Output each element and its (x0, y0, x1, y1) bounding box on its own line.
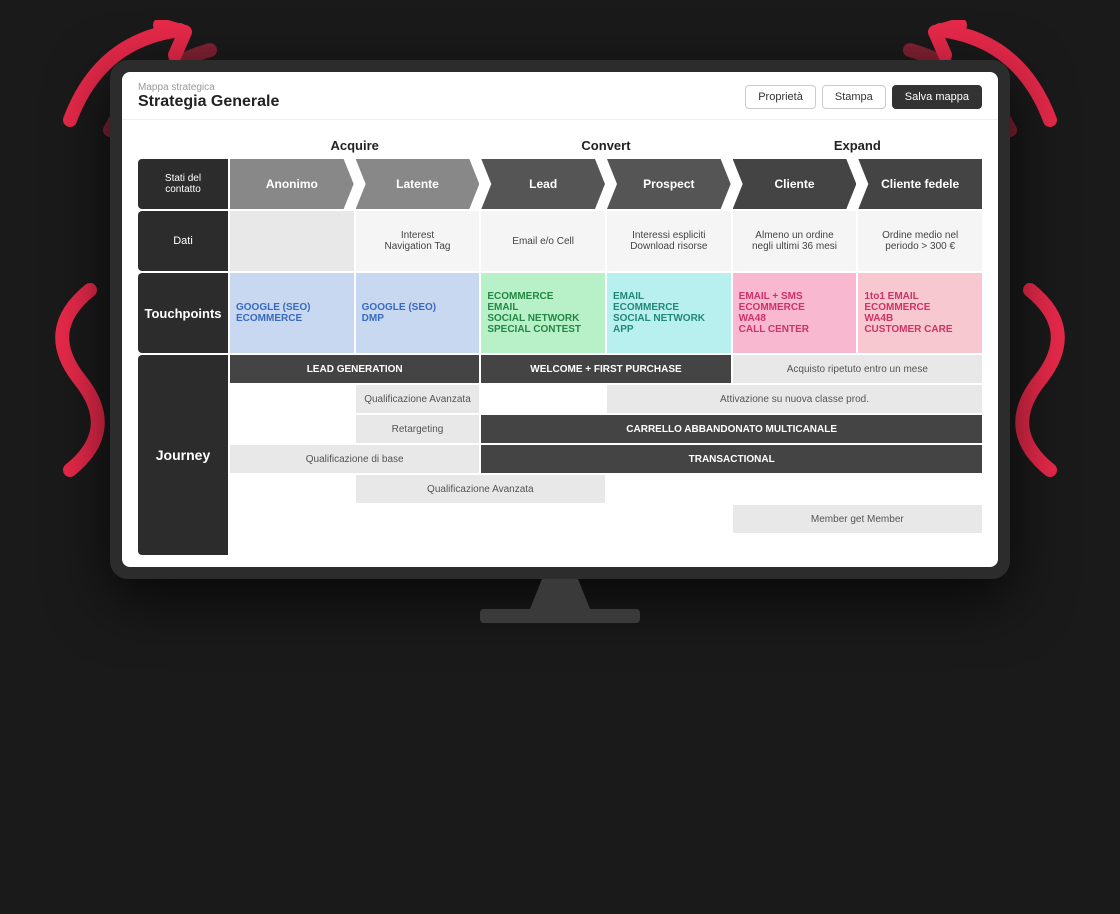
dati-anonimo (230, 211, 354, 271)
journey-empty-4 (230, 475, 354, 503)
tp-cliente: EMAIL + SMS ECOMMERCE WA48 CALL CENTER (733, 273, 857, 353)
journey-row-4: Qualificazione di base TRANSACTIONAL (230, 445, 982, 473)
stages-row: Stati del contatto Anonimo Latente Lead (138, 159, 982, 209)
monitor-stand (110, 579, 1010, 623)
tp-latente: GOOGLE (SEO) DMP (356, 273, 480, 353)
scene: Mappa strategica Strategia Generale Prop… (0, 0, 1120, 914)
stage-prospect: Prospect (607, 159, 731, 209)
journey-transactional: TRANSACTIONAL (481, 445, 982, 473)
journey-empty-5 (607, 475, 982, 503)
journey-empty-3 (230, 415, 354, 443)
dati-latente: Interest Navigation Tag (356, 211, 480, 271)
journey-acquisto: Acquisto ripetuto entro un mese (733, 355, 982, 383)
stage-latente: Latente (356, 159, 480, 209)
phase-expand: Expand (733, 132, 982, 157)
journey-grid: LEAD GENERATION WELCOME + FIRST PURCHASE… (230, 355, 982, 555)
journey-carrello: CARRELLO ABBANDONATO MULTICANALE (481, 415, 982, 443)
journey-empty-6 (230, 505, 731, 533)
dati-row: Dati Interest Navigation Tag Email e/o C… (138, 211, 982, 271)
monitor: Mappa strategica Strategia Generale Prop… (110, 60, 1010, 623)
header-right: Proprietà Stampa Salva mappa (745, 85, 982, 109)
dati-lead: Email e/o Cell (481, 211, 605, 271)
header-left: Mappa strategica Strategia Generale (138, 82, 279, 111)
stand-neck (530, 579, 590, 609)
journey-section: Journey LEAD GENERATION WELCOME + FIRST … (138, 355, 982, 555)
print-button[interactable]: Stampa (822, 85, 886, 109)
decorative-arrow-mr (1010, 280, 1090, 480)
stati-label: Stati del contatto (138, 159, 228, 209)
tp-fedele: 1to1 EMAIL ECOMMERCE WA4B CUSTOMER CARE (858, 273, 982, 353)
tp-lead: ECOMMERCE EMAIL SOCIAL NETWORK SPECIAL C… (481, 273, 605, 353)
journey-lead-gen: LEAD GENERATION (230, 355, 479, 383)
phase-empty (138, 132, 228, 157)
app-content: Acquire Convert Expand Stati del contatt… (122, 120, 998, 567)
touchpoints-label: Touchpoints (138, 273, 228, 353)
save-button[interactable]: Salva mappa (892, 85, 982, 109)
monitor-screen: Mappa strategica Strategia Generale Prop… (122, 72, 998, 567)
stage-cliente: Cliente (733, 159, 857, 209)
dati-fedele: Ordine medio nel periodo > 300 € (858, 211, 982, 271)
phase-acquire: Acquire (230, 132, 479, 157)
journey-row-5: Qualificazione Avanzata (230, 475, 982, 503)
phases-row: Acquire Convert Expand (138, 132, 982, 157)
journey-row-2: Qualificazione Avanzata Attivazione su n… (230, 385, 982, 413)
journey-empty-2 (481, 385, 605, 413)
dati-cliente: Almeno un ordine negli ultimi 36 mesi (733, 211, 857, 271)
journey-qualif-av-1: Qualificazione Avanzata (356, 385, 480, 413)
properties-button[interactable]: Proprietà (745, 85, 816, 109)
journey-retargeting: Retargeting (356, 415, 480, 443)
app-header: Mappa strategica Strategia Generale Prop… (122, 72, 998, 120)
journey-welcome: WELCOME + FIRST PURCHASE (481, 355, 730, 383)
journey-member: Member get Member (733, 505, 982, 533)
dati-label: Dati (138, 211, 228, 271)
monitor-border: Mappa strategica Strategia Generale Prop… (110, 60, 1010, 579)
touchpoints-row: Touchpoints GOOGLE (SEO) ECOMMERCE GOOGL… (138, 273, 982, 353)
journey-qualif-base: Qualificazione di base (230, 445, 479, 473)
tp-prospect: EMAIL ECOMMERCE SOCIAL NETWORK APP (607, 273, 731, 353)
journey-qualif-av-2: Qualificazione Avanzata (356, 475, 605, 503)
journey-label: Journey (138, 355, 228, 555)
stage-anonimo: Anonimo (230, 159, 354, 209)
decorative-arrow-ml (30, 280, 110, 480)
stage-fedele: Cliente fedele (858, 159, 982, 209)
journey-row-1: LEAD GENERATION WELCOME + FIRST PURCHASE… (230, 355, 982, 383)
dati-prospect: Interessi espliciti Download risorse (607, 211, 731, 271)
journey-empty-1 (230, 385, 354, 413)
journey-row-6: Member get Member (230, 505, 982, 533)
journey-attivazione: Attivazione su nuova classe prod. (607, 385, 982, 413)
stage-lead: Lead (481, 159, 605, 209)
journey-row-3: Retargeting CARRELLO ABBANDONATO MULTICA… (230, 415, 982, 443)
page-title: Strategia Generale (138, 93, 279, 111)
breadcrumb: Mappa strategica (138, 82, 279, 93)
stand-base (480, 609, 640, 623)
phase-convert: Convert (481, 132, 730, 157)
tp-anonimo: GOOGLE (SEO) ECOMMERCE (230, 273, 354, 353)
